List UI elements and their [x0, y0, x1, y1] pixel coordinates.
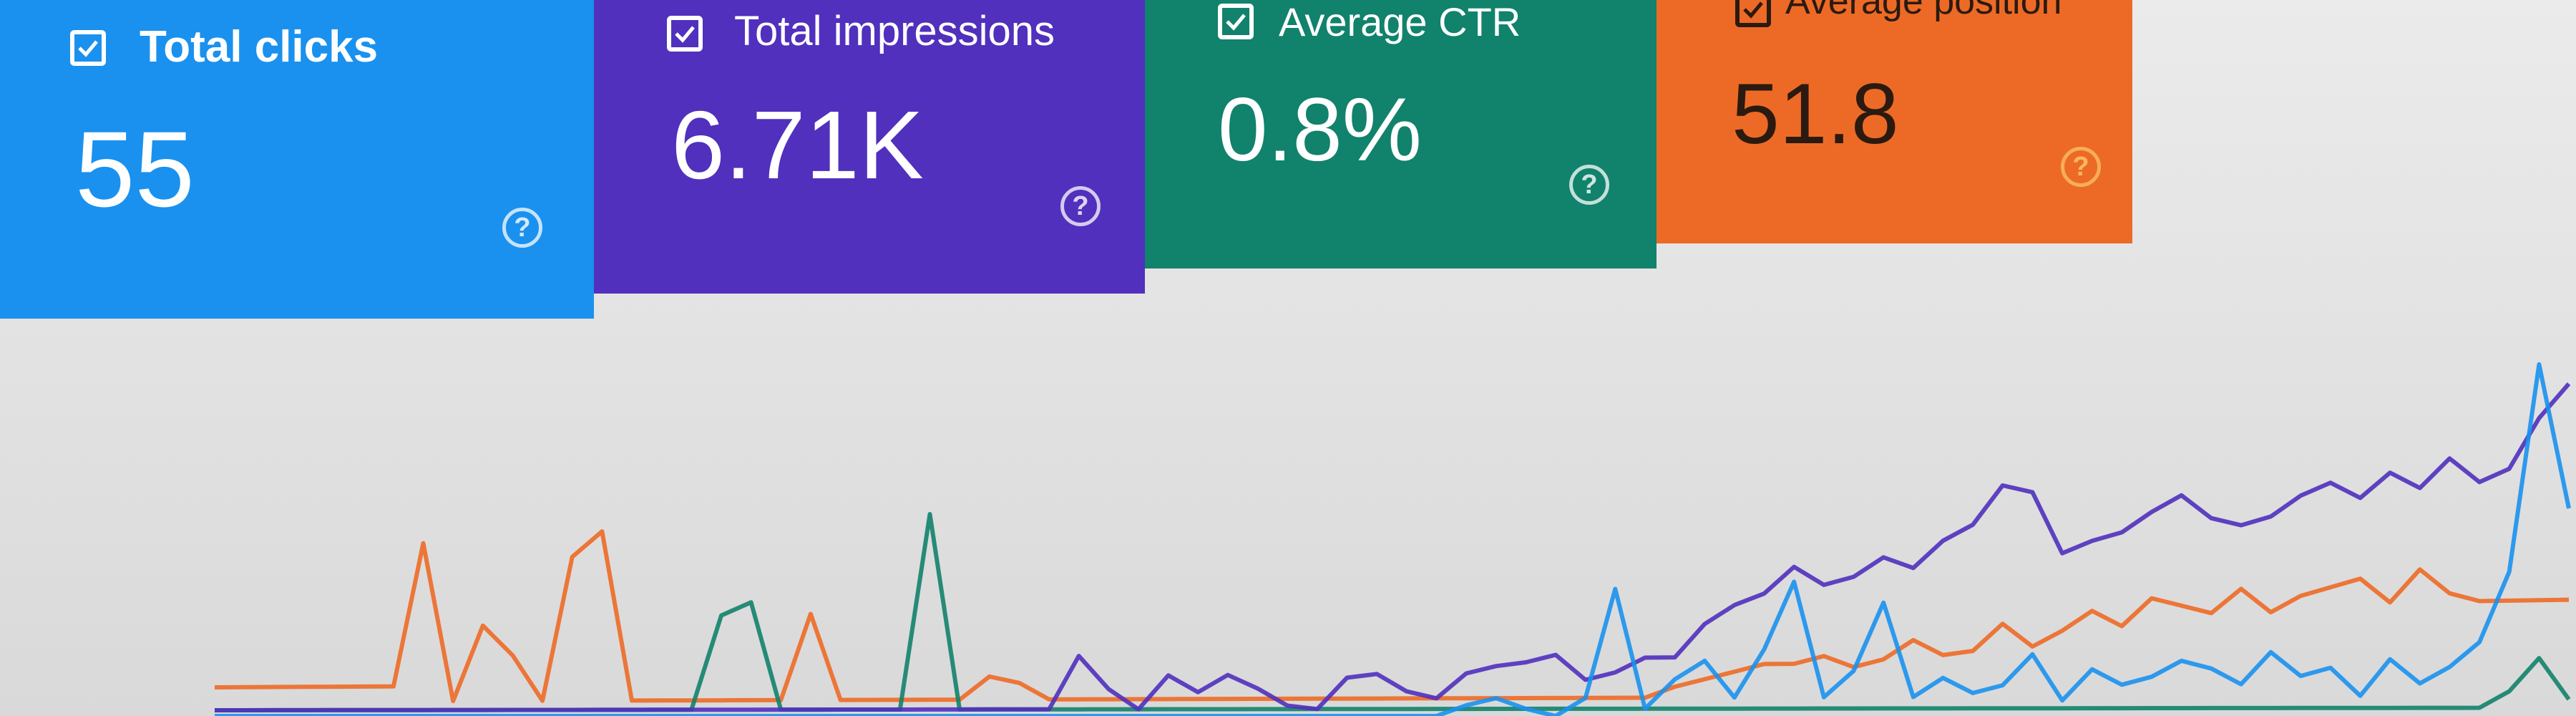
metric-value: 55	[75, 109, 195, 229]
help-circle-icon[interactable]: ?	[1569, 165, 1609, 205]
orange-series-line	[214, 529, 2570, 704]
metric-label: Total clicks	[140, 22, 379, 72]
metric-card-average-position[interactable]: Average position 51.8 ?	[1657, 0, 2132, 243]
checkbox-checked-icon[interactable]	[70, 30, 106, 66]
metric-value: 6.71K	[671, 91, 924, 199]
help-circle-icon[interactable]: ?	[1060, 186, 1101, 226]
metric-label: Average position	[1785, 0, 2062, 22]
metric-label: Total impressions	[734, 8, 1055, 54]
help-circle-icon[interactable]: ?	[2061, 147, 2101, 187]
help-circle-icon[interactable]: ?	[502, 208, 542, 248]
metric-value: 0.8%	[1218, 80, 1422, 180]
metric-card-average-ctr[interactable]: Average CTR 0.8% ?	[1145, 0, 1657, 268]
metric-card-total-impressions[interactable]: Total impressions 6.71K ?	[594, 0, 1145, 294]
blue-series-line	[215, 362, 2571, 716]
purple-series-line	[215, 382, 2571, 712]
checkbox-checked-icon[interactable]	[1735, 0, 1771, 27]
metric-label: Average CTR	[1279, 0, 1521, 44]
checkbox-checked-icon[interactable]	[1218, 4, 1254, 39]
metric-value: 51.8	[1732, 66, 1899, 162]
checkbox-checked-icon[interactable]	[667, 16, 703, 52]
metric-card-total-clicks[interactable]: Total clicks 55 ?	[0, 0, 594, 319]
